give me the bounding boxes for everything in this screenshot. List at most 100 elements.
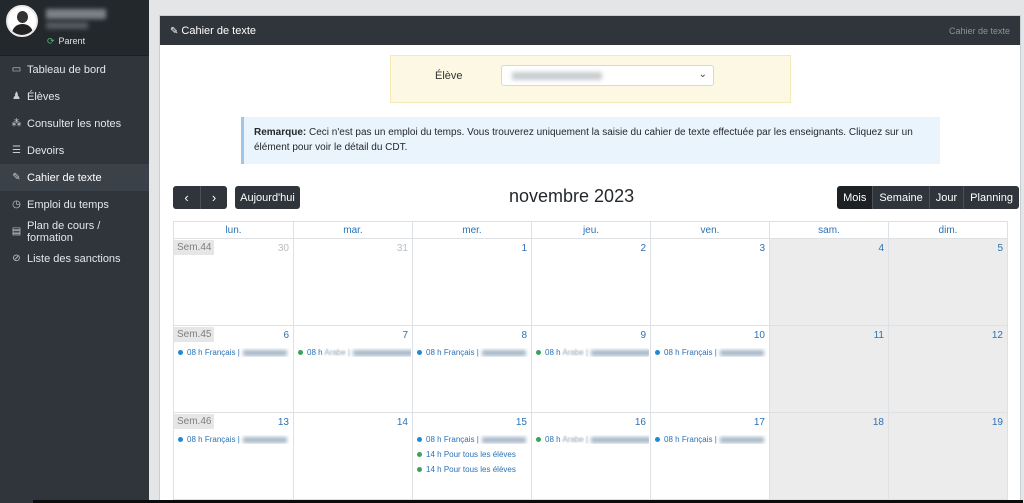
day-number[interactable]: 30 [278,243,289,254]
event-time: 08 h [545,348,561,357]
day-cell[interactable]: 6 Sem.45 08 h Français | [174,326,293,412]
event-time: 08 h [664,348,680,357]
day-number[interactable]: 16 [635,417,646,428]
day-number[interactable]: 8 [521,330,527,341]
day-cell[interactable]: 14 [293,413,412,499]
event-subject: Arabe | [562,435,589,444]
view-semaine-button[interactable]: Semaine [872,186,929,209]
calendar-event[interactable]: 08 h Français | [178,435,291,444]
calendar-event[interactable]: 08 h Arabe | [536,435,649,444]
laptop-icon: ▭ [11,64,22,75]
calendar-event[interactable]: 08 h Français | [417,348,530,357]
sidebar-item-label: Élèves [27,90,61,103]
event-time: 08 h [187,348,203,357]
event-time: 08 h [426,435,442,444]
sidebar-item-tableau-de-bord[interactable]: ▭ Tableau de bord [0,56,149,83]
calendar-event[interactable]: 08 h Arabe | [536,348,649,357]
next-button[interactable]: › [200,186,227,209]
event-dot-icon [536,350,541,355]
calendar-event[interactable]: 08 h Arabe | [298,348,411,357]
day-header: sam. [769,222,888,238]
calendar-event[interactable]: 08 h Français | [417,435,530,444]
day-number[interactable]: 3 [759,243,765,254]
day-cell[interactable]: 17 08 h Français | [650,413,769,499]
day-number[interactable]: 19 [992,417,1003,428]
sidebar-item-cahier-de-texte[interactable]: ✎ Cahier de texte [0,164,149,191]
day-cell[interactable]: 4 [769,239,888,325]
view-mois-button[interactable]: Mois [837,186,873,209]
breadcrumb[interactable]: Cahier de texte [949,26,1010,36]
avatar[interactable] [6,5,38,37]
prev-button[interactable]: ‹ [173,186,200,209]
sidebar-item-plan-de-cours-formation[interactable]: ▤ Plan de cours / formation [0,218,149,245]
day-number[interactable]: 12 [992,330,1003,341]
remark-text: Ceci n'est pas un emploi du temps. Vous … [254,127,913,153]
day-cell[interactable]: 5 [888,239,1007,325]
day-cell[interactable]: 10 08 h Français | [650,326,769,412]
sidebar-item-emploi-du-temps[interactable]: ◷ Emploi du temps [0,191,149,218]
day-number[interactable]: 18 [873,417,884,428]
day-number[interactable]: 11 [874,330,884,341]
user-icon: ♟ [12,91,21,102]
user-profile: ⟳ Parent [0,0,149,56]
sidebar-item-liste-des-sanctions[interactable]: ⊘ Liste des sanctions [0,245,149,272]
day-number[interactable]: 15 [516,417,527,428]
calendar-event[interactable]: 14 h Pour tous les élèves [417,450,530,459]
day-number[interactable]: 2 [640,243,646,254]
event-dot-icon [417,467,422,472]
day-cell[interactable]: 1 [412,239,531,325]
day-number[interactable]: 17 [754,417,765,428]
day-cell[interactable]: 7 08 h Arabe | [293,326,412,412]
day-number[interactable]: 13 [278,417,289,428]
event-subject: Français | [204,348,240,357]
event-teacher-redacted [242,350,287,356]
day-header: lun. [225,225,242,236]
cahier-card: ✎ Cahier de texte Cahier de texte Élève ⌄… [159,15,1021,503]
event-dot-icon [417,452,422,457]
today-button[interactable]: Aujourd'hui [235,186,300,209]
clock-icon: ◷ [12,199,21,210]
week-number[interactable]: Sem.44 [174,240,215,255]
day-number[interactable]: 31 [397,243,408,254]
event-teacher-redacted [719,350,764,356]
day-number[interactable]: 10 [754,330,765,341]
day-cell[interactable]: 3 [650,239,769,325]
sidebar-item-devoirs[interactable]: ☰ Devoirs [0,137,149,164]
eleve-select[interactable]: ⌄ [501,65,714,86]
day-cell[interactable]: 30 Sem.44 [174,239,293,325]
day-cell[interactable]: 19 [888,413,1007,499]
day-number[interactable]: 4 [878,243,884,254]
day-number[interactable]: 14 [397,417,408,428]
day-cell[interactable]: 31 [293,239,412,325]
day-cell[interactable]: 16 08 h Arabe | [531,413,650,499]
day-number[interactable]: 7 [402,330,408,341]
day-cell[interactable]: 13 Sem.46 08 h Français | [174,413,293,499]
day-number[interactable]: 9 [640,330,646,341]
week-number[interactable]: Sem.46 [174,414,215,429]
week-number[interactable]: Sem.45 [174,327,215,342]
day-cell[interactable]: 11 [769,326,888,412]
sidebar-item-consulter-les-notes[interactable]: ⁂ Consulter les notes [0,110,149,137]
event-subject: Français | [443,348,479,357]
day-cell[interactable]: 2 [531,239,650,325]
day-number[interactable]: 6 [283,330,289,341]
day-cell[interactable]: 18 [769,413,888,499]
calendar-event[interactable]: 14 h Pour tous les élèves [417,465,530,474]
calendar-event[interactable]: 08 h Français | [655,348,768,357]
sidebar-item-élèves[interactable]: ♟ Élèves [0,83,149,110]
view-planning-button[interactable]: Planning [963,186,1019,209]
calendar-event[interactable]: 08 h Français | [655,435,768,444]
calendar-event[interactable]: 08 h Français | [178,348,291,357]
day-cell[interactable]: 9 08 h Arabe | [531,326,650,412]
day-cell[interactable]: 8 08 h Français | [412,326,531,412]
day-cell[interactable]: 15 08 h Français | 14 h Pour tous les élèv… [412,413,531,499]
calendar-toolbar: ‹ › Aujourd'hui novembre 2023 Mois Semain… [173,185,1019,211]
day-number[interactable]: 5 [997,243,1003,254]
event-teacher-redacted [591,437,649,443]
day-number[interactable]: 1 [521,243,527,254]
event-subject: Arabe | [324,348,351,357]
day-cell[interactable]: 12 [888,326,1007,412]
event-time: 08 h [307,348,323,357]
event-subject: Pour tous les élèves [443,465,516,474]
view-jour-button[interactable]: Jour [928,186,964,209]
